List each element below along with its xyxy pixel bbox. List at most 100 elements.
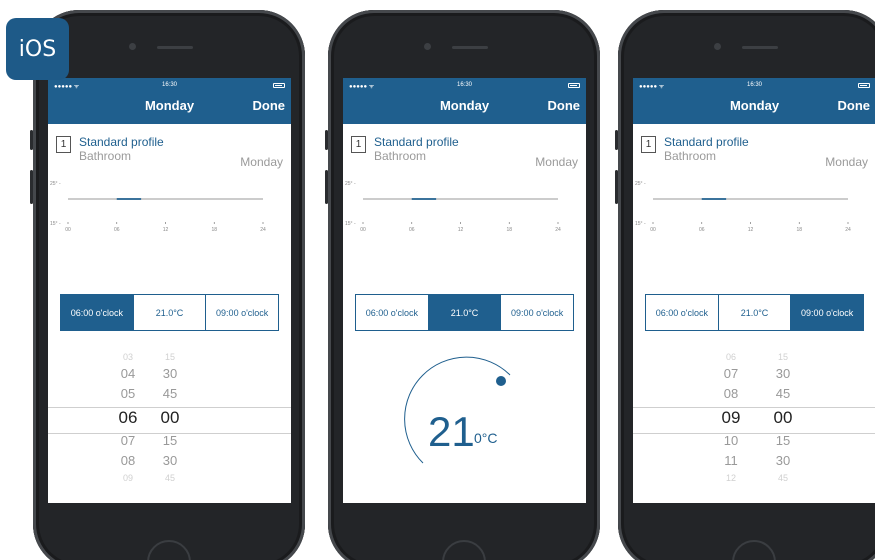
segment-end[interactable]: 09:00 o'clock	[206, 295, 278, 330]
y-tick-label: 25° -	[50, 181, 61, 187]
phone-3: ●●●●● ᯤ 16:30 Monday Done 1 Standard pro…	[615, 10, 875, 560]
x-tick-label: 24	[845, 227, 851, 233]
status-time: 16:30	[161, 82, 178, 88]
home-button[interactable]	[442, 540, 486, 560]
home-button[interactable]	[147, 540, 191, 560]
profile-number[interactable]: 1	[641, 136, 656, 153]
picker-row: 10	[723, 433, 739, 448]
picker-row-selected: 09	[721, 408, 741, 427]
profile-room: Bathroom	[79, 149, 132, 163]
picker-row: 45	[777, 473, 788, 483]
picker-row: 08	[120, 453, 136, 468]
minute-column[interactable]: 15 30 45 00 15 30 45	[763, 350, 803, 485]
status-time: 16:30	[746, 82, 763, 88]
picker-row: 30	[775, 366, 791, 381]
picker-row: 30	[162, 453, 178, 468]
y-tick-label: 15° -	[50, 221, 61, 227]
x-tick-label: 24	[260, 227, 266, 233]
status-time: 16:30	[456, 82, 473, 88]
dial-unit: 0°C	[474, 430, 498, 446]
profile-name: Standard profile	[664, 135, 749, 149]
segment-end[interactable]: 09:00 o'clock	[501, 295, 573, 330]
y-tick-label: 15° -	[635, 221, 646, 227]
picker-row: 07	[723, 366, 739, 381]
profile-name: Standard profile	[374, 135, 459, 149]
segment-temp[interactable]: 21.0°C	[719, 295, 792, 330]
dial-value: 21	[428, 408, 475, 455]
nav-bar: ●●●●● ᯤ 16:30 Monday Done	[633, 78, 875, 124]
time-picker[interactable]: 03 04 05 06 07 08 09 15 30 45 00 15 30 4…	[48, 350, 291, 490]
minute-column[interactable]: 15 30 45 00 15 30 45	[150, 350, 190, 485]
profile-number[interactable]: 1	[351, 136, 366, 153]
picker-row-selected: 00	[160, 408, 180, 427]
picker-row: 05	[120, 386, 136, 401]
time-picker[interactable]: 06 07 08 09 10 11 12 15 30 45 00 15 30 4…	[633, 350, 875, 490]
profile-day: Monday	[825, 155, 868, 169]
done-button[interactable]: Done	[838, 98, 871, 113]
home-button[interactable]	[732, 540, 776, 560]
schedule-graph: 25° - 15° - 00 06 12 18 24	[635, 181, 851, 233]
x-tick-label: 12	[458, 227, 464, 233]
signal-icon: ●●●●● ᯤ	[54, 84, 80, 90]
battery-icon	[568, 83, 580, 88]
picker-row: 15	[164, 352, 175, 362]
picker-row-selected: 00	[773, 408, 793, 427]
y-tick-label: 15° -	[345, 221, 356, 227]
done-button[interactable]: Done	[253, 98, 286, 113]
x-tick-label: 06	[699, 227, 705, 233]
picker-row: 03	[122, 352, 133, 362]
picker-row: 15	[775, 433, 791, 448]
x-tick-label: 24	[555, 227, 561, 233]
x-tick-label: 00	[650, 227, 656, 233]
picker-row: 45	[164, 473, 175, 483]
segment-control: 06:00 o'clock 21.0°C 09:00 o'clock	[60, 294, 279, 331]
phone-1: ●●●●● ᯤ 16:30 Monday Done 1 Standard pro…	[30, 10, 305, 560]
picker-row-selected: 06	[118, 408, 138, 427]
x-tick-label: 06	[409, 227, 415, 233]
nav-bar: ●●●●● ᯤ 16:30 Monday Done	[343, 78, 586, 124]
profile-room: Bathroom	[664, 149, 717, 163]
segment-temp[interactable]: 21.0°C	[134, 295, 207, 330]
battery-icon	[858, 83, 870, 88]
speaker	[742, 46, 778, 49]
hour-column[interactable]: 06 07 08 09 10 11 12	[711, 350, 751, 485]
x-tick-label: 00	[65, 227, 71, 233]
signal-icon: ●●●●● ᯤ	[639, 84, 665, 90]
dial-handle[interactable]	[496, 376, 506, 386]
y-tick-label: 25° -	[345, 181, 356, 187]
battery-icon	[273, 83, 285, 88]
status-bar: ●●●●● ᯤ 16:30	[343, 78, 586, 92]
segment-start[interactable]: 06:00 o'clock	[356, 295, 429, 330]
picker-row: 12	[725, 473, 736, 483]
picker-row: 30	[775, 453, 791, 468]
x-tick-label: 06	[114, 227, 120, 233]
profile-number[interactable]: 1	[56, 136, 71, 153]
segment-control: 06:00 o'clock 21.0°C 09:00 o'clock	[645, 294, 864, 331]
speaker	[157, 46, 193, 49]
picker-row: 45	[162, 386, 178, 401]
picker-row: 09	[122, 473, 133, 483]
picker-row: 45	[775, 386, 791, 401]
picker-row: 04	[120, 366, 136, 381]
schedule-graph: 25° - 15° - 00 06 12 18 24	[345, 181, 561, 233]
x-tick-label: 18	[211, 227, 217, 233]
x-tick-label: 12	[163, 227, 169, 233]
picker-row: 11	[724, 453, 738, 468]
done-button[interactable]: Done	[548, 98, 581, 113]
x-tick-label: 18	[506, 227, 512, 233]
segment-start[interactable]: 06:00 o'clock	[646, 295, 719, 330]
hour-column[interactable]: 03 04 05 06 07 08 09	[108, 350, 148, 485]
segment-end[interactable]: 09:00 o'clock	[791, 295, 864, 330]
picker-row: 08	[723, 386, 739, 401]
phone-screen: ●●●●● ᯤ 16:30 Monday Done 1 Standard pro…	[633, 78, 875, 503]
phone-2: ●●●●● ᯤ 16:30 Monday Done 1 Standard pro…	[325, 10, 600, 560]
status-bar: ●●●●● ᯤ 16:30	[48, 78, 291, 92]
segment-control: 06:00 o'clock 21.0°C 09:00 o'clock	[355, 294, 574, 331]
phone-screen: ●●●●● ᯤ 16:30 Monday Done 1 Standard pro…	[48, 78, 291, 503]
camera	[424, 43, 431, 50]
picker-row: 30	[162, 366, 178, 381]
segment-start[interactable]: 06:00 o'clock	[61, 295, 134, 330]
segment-temp[interactable]: 21.0°C	[428, 295, 502, 330]
status-bar: ●●●●● ᯤ 16:30	[633, 78, 875, 92]
phone-screen: ●●●●● ᯤ 16:30 Monday Done 1 Standard pro…	[343, 78, 586, 503]
